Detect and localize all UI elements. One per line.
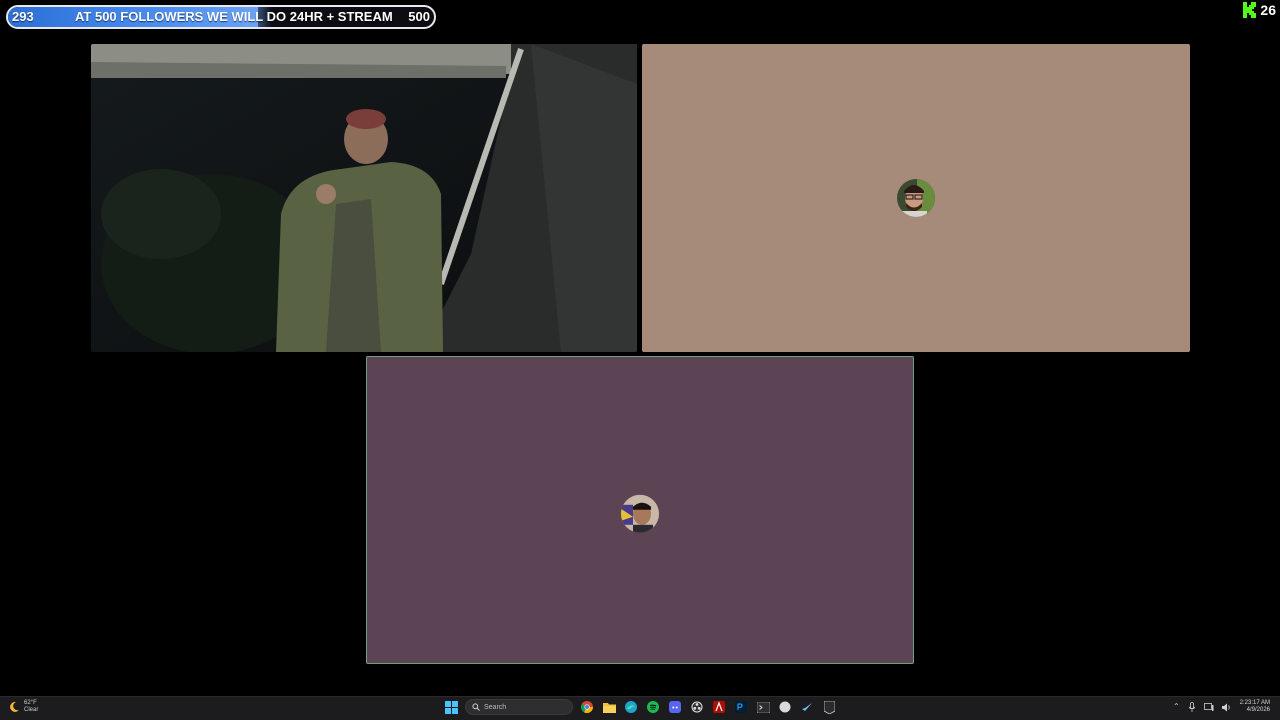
taskbar-clock[interactable]: 2:23:17 AM 4/9/2026 xyxy=(1240,700,1270,714)
taskbar-app-circle[interactable] xyxy=(777,699,793,715)
taskbar-app-photoshop[interactable] xyxy=(733,699,749,715)
taskbar-center: Search xyxy=(443,699,837,715)
weather-temp: 62°F xyxy=(24,700,37,706)
taskbar-app-chrome[interactable] xyxy=(579,699,595,715)
viewer-count-badge: 26 xyxy=(1243,2,1276,18)
search-placeholder: Search xyxy=(484,703,507,711)
edge-icon xyxy=(625,701,637,713)
viewer-count: 26 xyxy=(1260,2,1276,18)
taskbar-app-explorer[interactable] xyxy=(601,699,617,715)
taskbar-app-spotify[interactable] xyxy=(645,699,661,715)
windows-logo-icon xyxy=(444,700,458,714)
camera-feed-image xyxy=(91,44,637,352)
taskbar-app-obs[interactable] xyxy=(689,699,705,715)
app-circle-icon xyxy=(779,701,791,713)
photoshop-icon xyxy=(735,701,747,713)
steam-icon xyxy=(802,703,812,711)
microphone-icon[interactable] xyxy=(1188,702,1196,712)
start-button[interactable] xyxy=(443,699,459,715)
kick-logo-icon xyxy=(1243,2,1257,18)
system-tray: ⌃ 2:23:17 AM 4/9/2026 xyxy=(1173,700,1270,714)
discord-icon xyxy=(669,701,681,713)
participant-2-avatar xyxy=(897,179,935,217)
taskbar-search[interactable]: Search xyxy=(465,699,573,715)
participant-2-tile[interactable] xyxy=(642,44,1190,352)
terminal-icon xyxy=(756,701,770,713)
goal-target-count: 500 xyxy=(408,9,430,24)
participant-3-avatar xyxy=(621,494,659,533)
weather-condition: Clear xyxy=(24,707,39,713)
obs-icon xyxy=(691,701,703,713)
chrome-icon xyxy=(581,701,593,713)
acrobat-icon xyxy=(713,701,725,713)
volume-icon[interactable] xyxy=(1221,703,1232,712)
taskbar-app-terminal[interactable] xyxy=(755,699,771,715)
file-explorer-icon xyxy=(602,702,616,713)
spotify-icon xyxy=(647,701,659,713)
search-icon xyxy=(472,703,480,711)
clock-date: 4/9/2026 xyxy=(1246,707,1270,713)
weather-widget[interactable]: 62°F Clear xyxy=(8,700,38,714)
taskbar-app-acrobat[interactable] xyxy=(711,699,727,715)
participant-3-tile[interactable] xyxy=(366,356,914,664)
network-icon[interactable] xyxy=(1203,702,1214,712)
moon-icon xyxy=(10,701,19,712)
goal-description: AT 500 FOLLOWERS WE WILL DO 24HR + STREA… xyxy=(75,9,393,24)
clock-time: 2:23:17 AM xyxy=(1239,700,1270,706)
taskbar-app-steam[interactable] xyxy=(799,699,815,715)
taskbar: 62°F Clear Search ⌃ 2:23:17 AM 4/9/2026 xyxy=(0,696,1280,720)
follower-goal-bar: 293 AT 500 FOLLOWERS WE WILL DO 24HR + S… xyxy=(6,5,436,29)
chevron-up-icon[interactable]: ⌃ xyxy=(1173,702,1180,712)
taskbar-app-edge[interactable] xyxy=(623,699,639,715)
camera-video-tile[interactable] xyxy=(91,44,637,352)
epic-games-icon xyxy=(823,700,835,714)
taskbar-app-epic[interactable] xyxy=(821,699,837,715)
taskbar-app-discord[interactable] xyxy=(667,699,683,715)
goal-current-count: 293 xyxy=(12,9,34,24)
